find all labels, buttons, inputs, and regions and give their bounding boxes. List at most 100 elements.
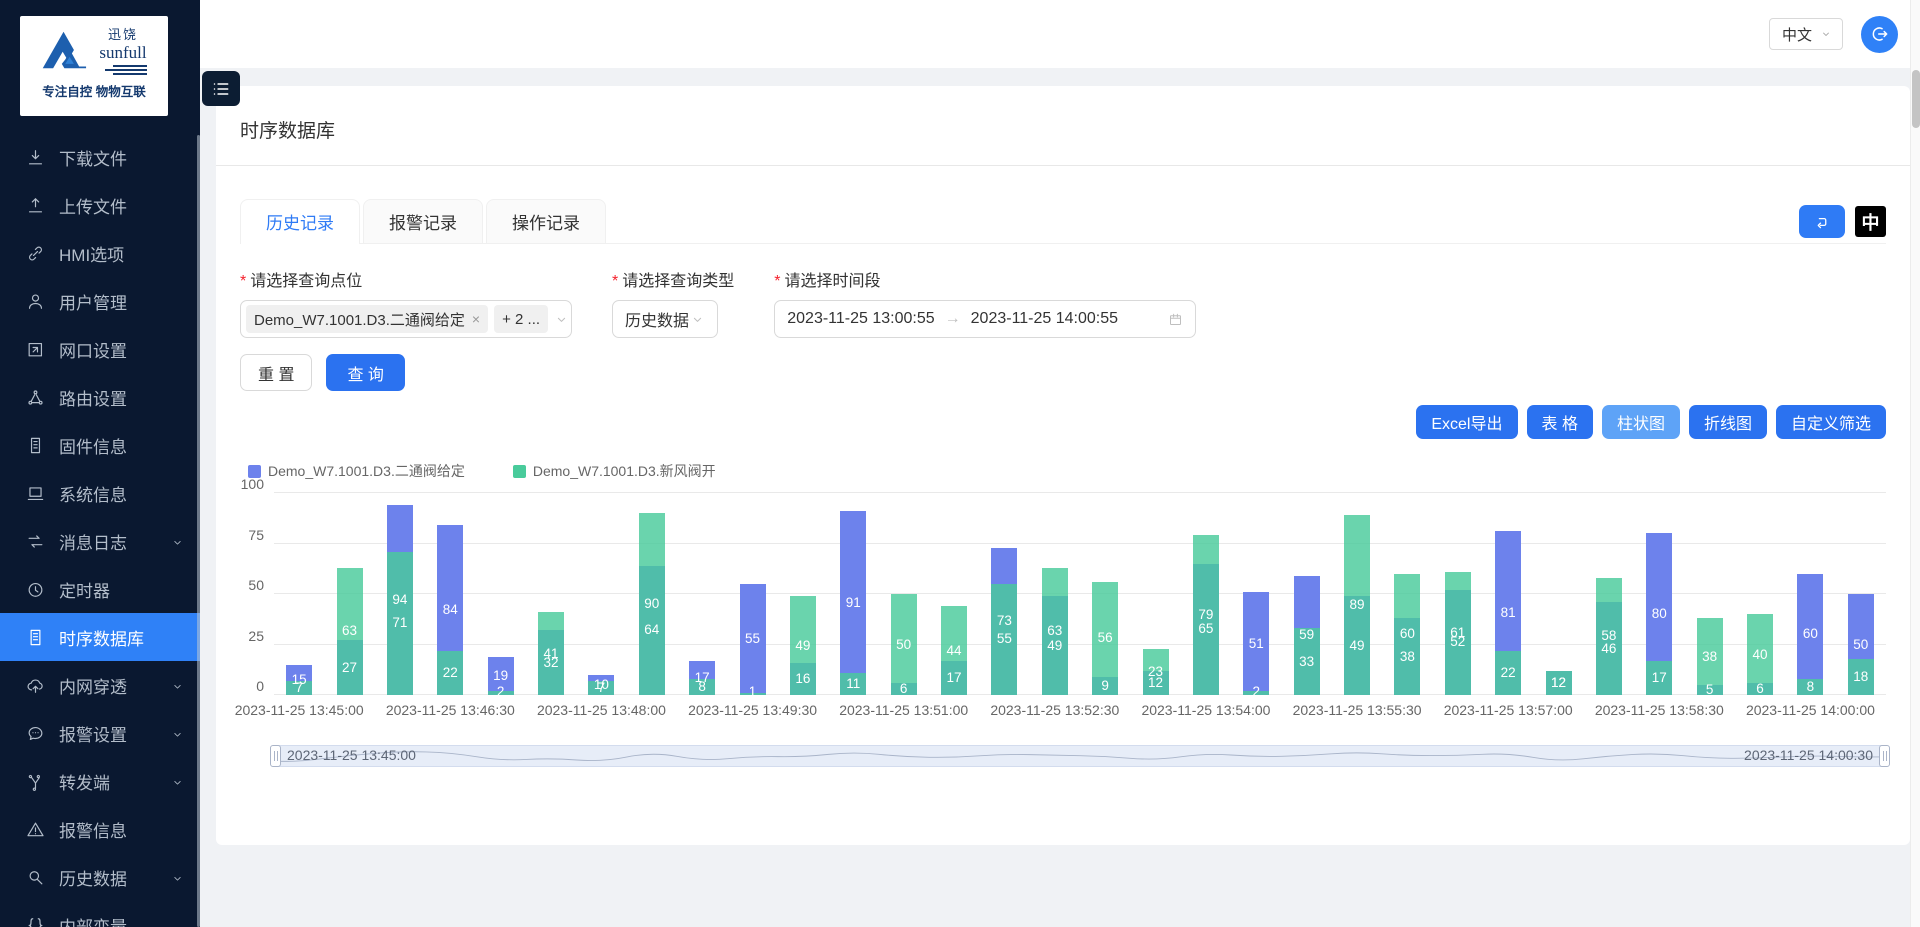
- tab-1[interactable]: 历史记录: [240, 199, 360, 243]
- refresh-back-button[interactable]: [1799, 205, 1845, 238]
- sidebar-item-9[interactable]: 消息日志: [0, 517, 200, 565]
- bar-group-18[interactable]: 1223: [1130, 493, 1180, 695]
- bar-group-6[interactable]: 3241: [526, 493, 576, 695]
- datazoom-slider[interactable]: 2023-11-25 13:45:00 2023-11-25 14:00:30: [274, 745, 1886, 767]
- bar-group-4[interactable]: 8422: [425, 493, 475, 695]
- sidebar-item-3[interactable]: HMI选项: [0, 229, 200, 277]
- brand-logo: 迅饶 sunfull 专注自控 物物互联: [20, 16, 168, 116]
- sidebar-item-13[interactable]: 报警设置: [0, 709, 200, 757]
- chinese-toggle-button[interactable]: 中: [1855, 206, 1886, 237]
- sidebar-item-11[interactable]: 时序数据库: [0, 613, 200, 661]
- field-query-type: *请选择查询类型 历史数据: [612, 267, 734, 338]
- tag-close-icon[interactable]: ×: [472, 311, 480, 327]
- sidebar-item-2[interactable]: 上传文件: [0, 181, 200, 229]
- time-range-picker[interactable]: 2023-11-25 13:00:55 → 2023-11-25 14:00:5…: [774, 300, 1196, 338]
- bar-group-14[interactable]: 1744: [929, 493, 979, 695]
- bar-group-7[interactable]: 107: [576, 493, 626, 695]
- bar-label-series1: 91: [846, 596, 861, 610]
- bar-group-23[interactable]: 3860: [1382, 493, 1432, 695]
- bar-label-series1: 9: [1101, 679, 1109, 693]
- bar-group-12[interactable]: 9111: [828, 493, 878, 695]
- bar-group-19[interactable]: 6579: [1181, 493, 1231, 695]
- bar-label-series2: 8: [698, 680, 706, 694]
- bar-group-17[interactable]: 956: [1080, 493, 1130, 695]
- scrollbar-thumb[interactable]: [1912, 70, 1920, 128]
- datazoom-right-handle[interactable]: [1879, 745, 1890, 767]
- bar-group-21[interactable]: 5933: [1282, 493, 1332, 695]
- timer-icon: [26, 580, 45, 599]
- sidebar-item-16[interactable]: 历史数据: [0, 853, 200, 901]
- required-mark: *: [612, 273, 618, 290]
- bar-label-series1: 73: [997, 614, 1012, 628]
- sidebar-item-label: 上传文件: [59, 193, 127, 218]
- bar-group-20[interactable]: 512: [1231, 493, 1281, 695]
- datazoom-left-handle[interactable]: [270, 745, 281, 767]
- bar-label-series2: 22: [443, 666, 458, 680]
- language-select[interactable]: 中文: [1769, 18, 1843, 50]
- bar-group-31[interactable]: 608: [1785, 493, 1835, 695]
- view-button-5[interactable]: 自定义筛选: [1776, 405, 1886, 439]
- bar-group-1[interactable]: 157: [274, 493, 324, 695]
- time-start-value[interactable]: 2023-11-25 13:00:55: [787, 310, 934, 328]
- sidebar-item-4[interactable]: 用户管理: [0, 277, 200, 325]
- bar-group-22[interactable]: 4989: [1332, 493, 1382, 695]
- page-scrollbar[interactable]: [1910, 0, 1920, 927]
- selected-point-tag[interactable]: Demo_W7.1001.D3.二通阀给定 ×: [246, 305, 488, 333]
- view-button-1[interactable]: Excel导出: [1416, 405, 1517, 439]
- bar-group-28[interactable]: 8017: [1634, 493, 1684, 695]
- bar-group-10[interactable]: 551: [727, 493, 777, 695]
- legend-item-1[interactable]: Demo_W7.1001.D3.二通阀给定: [248, 461, 465, 481]
- more-points-tag[interactable]: + 2 ...: [494, 305, 548, 333]
- brand-tagline: 专注自控 物物互联: [26, 81, 162, 100]
- query-button[interactable]: 查 询: [326, 354, 404, 391]
- tab-3[interactable]: 操作记录: [486, 199, 606, 243]
- sidebar-item-label: 定时器: [59, 577, 110, 602]
- bar-group-9[interactable]: 178: [677, 493, 727, 695]
- bar-group-3[interactable]: 9471: [375, 493, 425, 695]
- x-tick-label: 2023-11-25 13:52:30: [990, 702, 1119, 718]
- bar-group-15[interactable]: 7355: [979, 493, 1029, 695]
- type-select[interactable]: 历史数据: [612, 300, 718, 338]
- bar-label-series2: 61: [1450, 626, 1465, 640]
- sidebar-item-17[interactable]: 内部变量: [0, 901, 200, 927]
- tab-2[interactable]: 报警记录: [363, 199, 483, 243]
- sidebar-item-1[interactable]: 下载文件: [0, 133, 200, 181]
- view-button-2[interactable]: 表 格: [1527, 405, 1593, 439]
- bar-group-5[interactable]: 192: [476, 493, 526, 695]
- sidebar-item-7[interactable]: 固件信息: [0, 421, 200, 469]
- reset-button[interactable]: 重 置: [240, 354, 312, 391]
- point-multiselect[interactable]: Demo_W7.1001.D3.二通阀给定 × + 2 ...: [240, 300, 572, 338]
- bar-group-30[interactable]: 640: [1735, 493, 1785, 695]
- bar-group-29[interactable]: 538: [1685, 493, 1735, 695]
- bar-label-series2: 17: [1652, 671, 1667, 685]
- bar-group-24[interactable]: 5261: [1433, 493, 1483, 695]
- bar-group-2[interactable]: 2763: [324, 493, 374, 695]
- view-button-4[interactable]: 折线图: [1689, 405, 1767, 439]
- bar-group-26[interactable]: 1212: [1533, 493, 1583, 695]
- sidebar-collapse-button[interactable]: [202, 71, 240, 106]
- sidebar-item-5[interactable]: 网口设置: [0, 325, 200, 373]
- sidebar-item-14[interactable]: 转发端: [0, 757, 200, 805]
- sidebar-item-10[interactable]: 定时器: [0, 565, 200, 613]
- sidebar-item-15[interactable]: 报警信息: [0, 805, 200, 853]
- sidebar-item-8[interactable]: 系统信息: [0, 469, 200, 517]
- bar-label-series2: 79: [1198, 608, 1213, 622]
- sidebar-item-label: 固件信息: [59, 433, 127, 458]
- time-end-value[interactable]: 2023-11-25 14:00:55: [971, 310, 1118, 328]
- bar-group-8[interactable]: 6490: [627, 493, 677, 695]
- bar-group-32[interactable]: 5018: [1836, 493, 1886, 695]
- legend-item-2[interactable]: Demo_W7.1001.D3.新风阀开: [513, 461, 716, 481]
- logout-button[interactable]: [1861, 16, 1898, 53]
- sidebar-item-12[interactable]: 内网穿透: [0, 661, 200, 709]
- sidebar-item-6[interactable]: 路由设置: [0, 373, 200, 421]
- legend-label: Demo_W7.1001.D3.二通阀给定: [268, 461, 465, 481]
- bar-group-25[interactable]: 8122: [1483, 493, 1533, 695]
- bar-group-16[interactable]: 4963: [1030, 493, 1080, 695]
- bar-group-11[interactable]: 1649: [778, 493, 828, 695]
- view-button-3[interactable]: 柱状图: [1602, 405, 1680, 439]
- bar-label-series2: 40: [1753, 648, 1768, 662]
- bar-group-27[interactable]: 4658: [1584, 493, 1634, 695]
- upload-icon: [26, 196, 45, 215]
- bar-group-13[interactable]: 650: [879, 493, 929, 695]
- sidebar-item-label: 用户管理: [59, 289, 127, 314]
